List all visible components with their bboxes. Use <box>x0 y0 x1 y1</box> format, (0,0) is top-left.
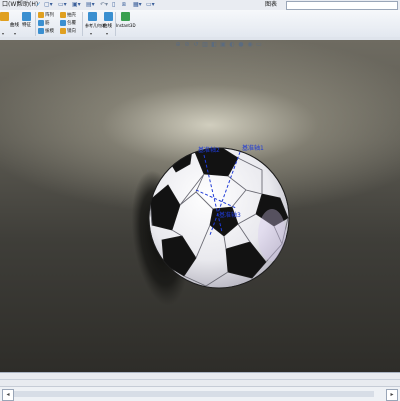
draft-icon <box>38 28 44 34</box>
ribbon-label-pattern: 阵列 <box>45 13 54 18</box>
ribbon-dropdown-icon[interactable]: ▾ <box>106 31 108 36</box>
curve-icon <box>0 12 9 21</box>
ribbon-label-wrap: 包覆 <box>67 21 76 26</box>
pattern-icon <box>38 12 44 18</box>
print-icon[interactable]: ▤▾ <box>86 0 95 10</box>
ribbon-button-pattern[interactable]: 阵列 <box>38 12 54 18</box>
mirror-icon <box>60 28 66 34</box>
wrap-icon <box>60 20 66 26</box>
ribbon-label-rib: 筋 <box>45 21 50 26</box>
ribbon-button-feature[interactable] <box>22 12 31 21</box>
ribbon-label-shell: 抽壳 <box>67 13 76 18</box>
rib-icon <box>38 20 44 26</box>
ribbon-dropdown-icon[interactable]: ▾ <box>2 31 4 36</box>
scroll-right-icon[interactable]: ▸ <box>386 389 398 401</box>
ribbon-label-curves: 曲线 <box>103 24 112 29</box>
ribbon-label-feature: 特征 <box>22 23 31 28</box>
reference-axis-3-label[interactable]: 基准轴3 <box>219 211 241 219</box>
save-icon[interactable]: ▣▾ <box>72 0 81 10</box>
rebuild-icon[interactable]: ⧈ <box>122 0 126 10</box>
horizontal-scrollbar[interactable]: ◂ ▸ <box>0 386 400 401</box>
ribbon-label-mirror: 镜向 <box>67 29 76 34</box>
ribbon-button-wrap[interactable]: 包覆 <box>60 20 76 26</box>
ribbon-button-shell[interactable]: 抽壳 <box>60 12 76 18</box>
ribbon-dropdown-icon[interactable]: ▾ <box>90 31 92 36</box>
pin-icon[interactable]: ✓ <box>36 0 41 10</box>
ribbon-button-rib[interactable]: 筋 <box>38 20 50 26</box>
reference-axis-1-label[interactable]: 基准轴1 <box>242 144 264 152</box>
document-title: 图表 <box>265 1 278 8</box>
new-doc-icon[interactable]: ▢▾ <box>44 0 53 10</box>
select-icon[interactable]: ▯ <box>112 0 115 10</box>
search-box[interactable] <box>286 1 398 10</box>
command-manager-ribbon: 曲线 特征 阵列 筋 拔模 抽壳 包覆 镜向 参考几何体 曲线 Instant3 <box>0 10 400 38</box>
ribbon-label-instant3d: Instant3D <box>116 23 136 28</box>
instant3d-icon <box>121 12 130 21</box>
ribbon-label-curve: 曲线 <box>10 23 19 28</box>
feature-icon <box>22 12 31 21</box>
ribbon-button-curves[interactable] <box>104 12 113 21</box>
ribbon-button-mirror[interactable]: 镜向 <box>60 28 76 34</box>
ribbon-button-instant3d[interactable] <box>121 12 130 21</box>
reference-axis-2-label[interactable]: 基准轴2 <box>198 146 220 154</box>
scroll-left-icon[interactable]: ◂ <box>2 389 14 401</box>
options-icon[interactable]: ▭▾ <box>146 0 155 10</box>
ribbon-button-curve[interactable] <box>0 12 9 21</box>
model-scene: 基准轴2 基准轴1 基准轴3 <box>131 144 290 306</box>
open-icon[interactable]: ▭▾ <box>58 0 67 10</box>
ribbon-label-draft: 拔模 <box>45 29 54 34</box>
undo-icon[interactable]: ↶▾ <box>100 0 108 10</box>
shell-icon <box>60 12 66 18</box>
ribbon-dropdown-icon[interactable]: ▾ <box>14 31 16 36</box>
ribbon-button-ref-geometry[interactable] <box>88 12 97 21</box>
ref-geometry-icon <box>88 12 97 21</box>
status-bar <box>0 372 400 387</box>
file-props-icon[interactable]: ▦▾ <box>133 0 142 10</box>
curves-icon <box>104 12 113 21</box>
scroll-track[interactable] <box>14 391 374 397</box>
ribbon-button-draft[interactable]: 拔模 <box>38 28 54 34</box>
